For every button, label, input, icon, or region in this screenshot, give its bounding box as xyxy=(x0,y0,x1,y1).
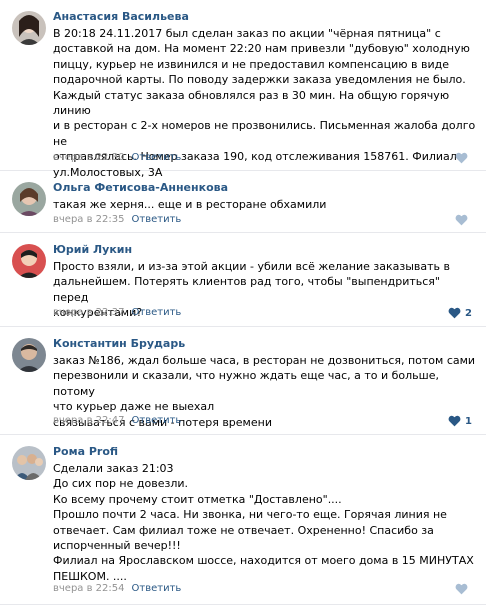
like-count: 2 xyxy=(465,307,472,319)
comment-author[interactable]: Юрий Лукин xyxy=(53,243,132,256)
reply-link[interactable]: Ответить xyxy=(132,583,182,594)
avatar[interactable] xyxy=(12,182,46,216)
comment: Юрий Лукин Просто взяли, и из-за этой ак… xyxy=(0,233,486,327)
heart-icon xyxy=(455,583,468,595)
avatar[interactable] xyxy=(12,11,46,45)
reply-link[interactable]: Ответить xyxy=(132,152,182,163)
avatar[interactable] xyxy=(12,338,46,372)
avatar[interactable] xyxy=(12,244,46,278)
heart-icon xyxy=(448,415,461,427)
comment: Ольга Фетисова-Анненкова такая же херня.… xyxy=(0,171,486,233)
like-button[interactable]: 2 xyxy=(448,307,472,319)
heart-icon xyxy=(455,152,468,164)
reply-link[interactable]: Ответить xyxy=(132,307,182,318)
comment-meta: вчера в 22:54 Ответить xyxy=(53,583,181,594)
comment-text: Сделали заказ 21:03 До сих пор не довезл… xyxy=(53,462,474,583)
comment-author[interactable]: Ольга Фетисова-Анненкова xyxy=(53,181,228,194)
comment-meta: вчера в 22:47 Ответить xyxy=(53,415,181,426)
comment: Рома Profi Сделали заказ 21:03 До сих по… xyxy=(0,435,486,605)
comment: Анастасия Васильева В 20:18 24.11.2017 б… xyxy=(0,0,486,179)
comment-time[interactable]: вчера в 22:37 xyxy=(53,307,125,318)
comment-meta: вчера в 22:30 Ответить xyxy=(53,152,181,163)
like-button[interactable] xyxy=(455,214,472,226)
like-button[interactable]: 1 xyxy=(448,415,472,427)
comment-time[interactable]: вчера в 22:30 xyxy=(53,152,125,163)
heart-icon xyxy=(455,214,468,226)
comment-time[interactable]: вчера в 22:47 xyxy=(53,415,125,426)
comment: Константин Брударь заказ №186, ждал боль… xyxy=(0,327,486,435)
comment-time[interactable]: вчера в 22:35 xyxy=(53,214,125,225)
like-count: 1 xyxy=(465,415,472,427)
comment-author[interactable]: Анастасия Васильева xyxy=(53,10,189,23)
reply-link[interactable]: Ответить xyxy=(132,415,182,426)
reply-link[interactable]: Ответить xyxy=(132,214,182,225)
comment-time[interactable]: вчера в 22:54 xyxy=(53,583,125,594)
comment-meta: вчера в 22:35 Ответить xyxy=(53,214,181,225)
heart-icon xyxy=(448,307,461,319)
like-button[interactable] xyxy=(455,583,472,595)
comments-list: Анастасия Васильева В 20:18 24.11.2017 б… xyxy=(0,0,486,609)
comment-text: такая же херня... еще и в ресторане обха… xyxy=(53,198,327,211)
like-button[interactable] xyxy=(455,152,472,164)
avatar[interactable] xyxy=(12,446,46,480)
comment-author[interactable]: Рома Profi xyxy=(53,445,118,458)
comment-meta: вчера в 22:37 Ответить xyxy=(53,307,181,318)
comment-author[interactable]: Константин Брударь xyxy=(53,337,185,350)
